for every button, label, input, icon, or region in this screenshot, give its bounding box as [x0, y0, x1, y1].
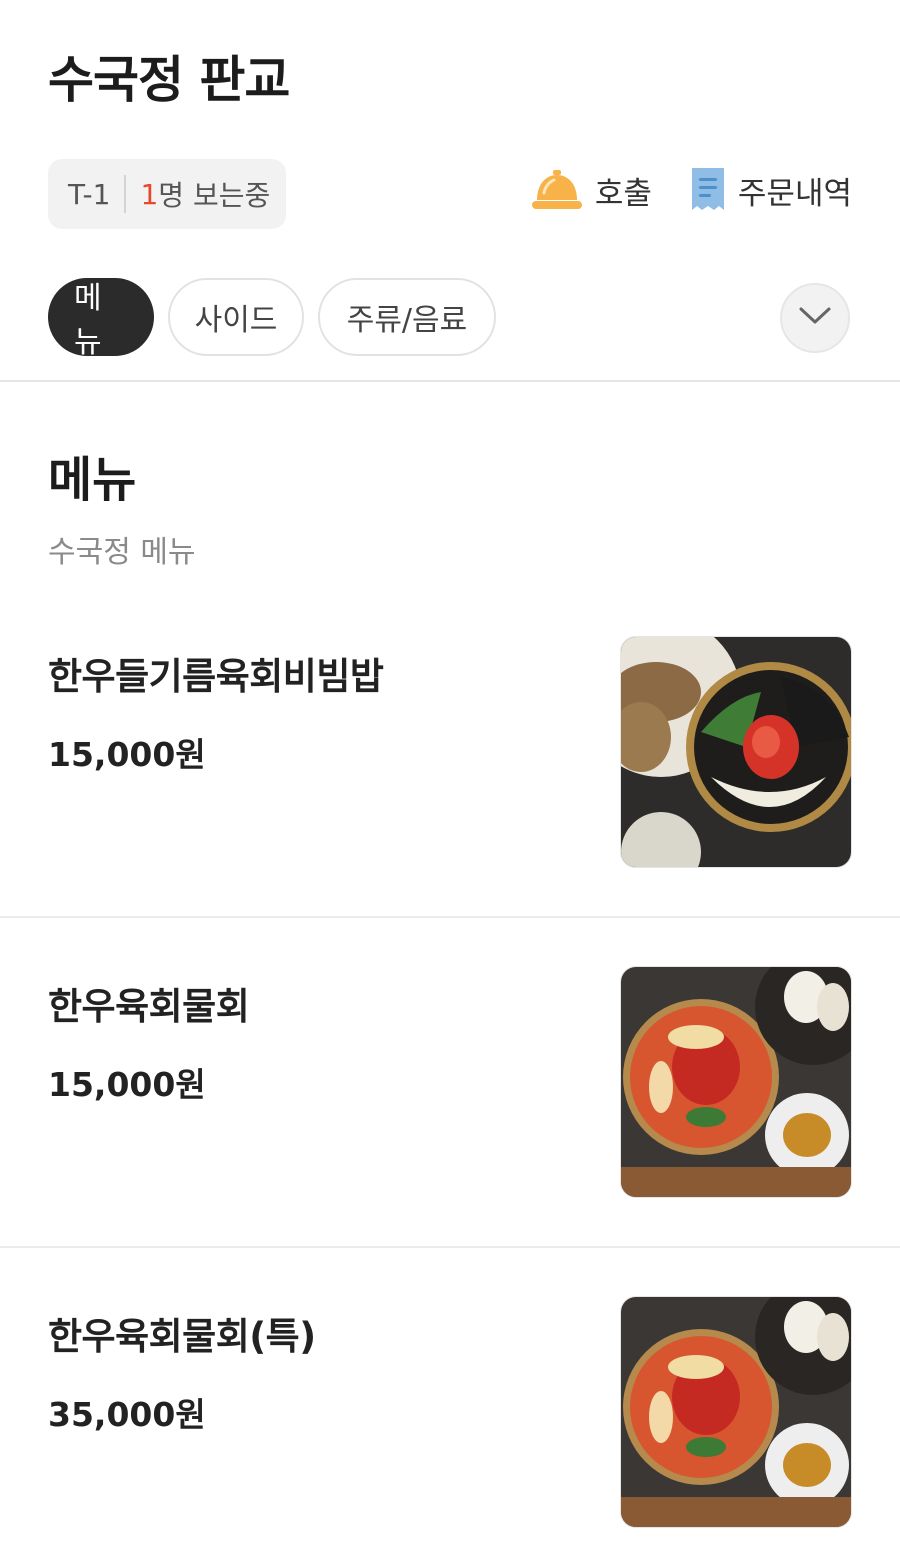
chevron-down-icon [798, 306, 832, 330]
call-button[interactable]: 호출 [531, 168, 652, 213]
expand-categories-button[interactable] [780, 283, 850, 353]
item-divider [0, 1246, 900, 1248]
chip-separator [124, 175, 127, 213]
tab-menu[interactable]: 메뉴 [48, 278, 154, 360]
menu-item-price: 15,000원 [48, 735, 206, 774]
menu-page: 수국정 판교 T-1 1 명 보는중 호출 주문내역 메뉴 사이드 주류/음료 … [0, 0, 900, 1560]
table-status-chip: T-1 1 명 보는중 [48, 159, 286, 229]
viewer-count: 1 [140, 177, 159, 211]
menu-item[interactable]: 한우들기름육회비빔밥 15,000원 [0, 636, 900, 966]
menu-item[interactable]: 한우육회물회(특) 35,000원 [0, 1296, 900, 1560]
orders-label: 주문내역 [737, 175, 852, 212]
order-history-button[interactable]: 주문내역 [690, 166, 852, 214]
call-label: 호출 [594, 175, 652, 212]
menu-item-price: 35,000원 [48, 1395, 206, 1434]
menu-item-photo [620, 966, 852, 1198]
menu-item-name: 한우육회물회 [48, 985, 250, 1028]
viewer-label: 명 보는중 [158, 179, 271, 212]
item-divider [0, 916, 900, 918]
table-code: T-1 [68, 177, 111, 211]
menu-item-photo [620, 1296, 852, 1528]
bell-icon [531, 168, 583, 212]
menu-item-photo [620, 636, 852, 868]
tabs-divider [0, 380, 900, 382]
store-title: 수국정 판교 [48, 51, 290, 109]
menu-item-name: 한우들기름육회비빔밥 [48, 655, 384, 698]
tab-drinks[interactable]: 주류/음료 [318, 278, 496, 356]
section-subtitle: 수국정 메뉴 [48, 535, 196, 570]
category-tabs: 메뉴 사이드 주류/음료 [48, 278, 496, 360]
section-title: 메뉴 [48, 452, 137, 508]
header-actions: 호출 주문내역 [531, 166, 852, 214]
tab-side[interactable]: 사이드 [168, 278, 304, 356]
menu-item-name: 한우육회물회(특) [48, 1315, 316, 1358]
receipt-icon [690, 166, 726, 214]
menu-item-price: 15,000원 [48, 1065, 206, 1104]
menu-item[interactable]: 한우육회물회 15,000원 [0, 966, 900, 1296]
